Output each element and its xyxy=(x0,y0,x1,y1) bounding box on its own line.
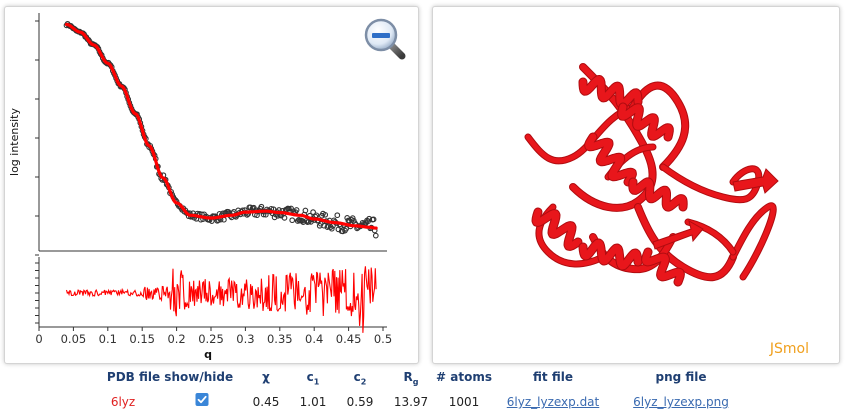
jsmol-label: JSmol xyxy=(769,341,809,357)
fit-curve-layer xyxy=(64,22,378,230)
experimental-points xyxy=(63,20,379,239)
atoms-value: 1001 xyxy=(448,395,480,409)
data-point xyxy=(372,232,379,239)
x-tick-label: 0.3 xyxy=(236,332,254,346)
fit-chart: 0 0.05 0.1 0.15 0.2 0.25 0.3 0.35 0.4 0.45 0.5 log… xyxy=(8,13,392,361)
png-file-link[interactable]: 6lyz_lyzexp.png xyxy=(633,395,729,409)
ribbon-cartoon xyxy=(524,63,779,287)
c2-value: 0.59 xyxy=(346,395,374,409)
residuals-layer xyxy=(65,266,377,333)
x-tick-label: 0.15 xyxy=(129,332,155,346)
data-point xyxy=(281,215,288,221)
c1-value: 1.01 xyxy=(299,395,327,409)
header-chi: χ xyxy=(262,370,270,384)
chi-value: 0.45 xyxy=(252,395,280,409)
checkmark-icon xyxy=(197,395,207,404)
header-fit-file: fit file xyxy=(533,370,573,384)
residual-curve xyxy=(65,266,377,333)
header-atoms: # atoms xyxy=(436,370,492,384)
data-point xyxy=(289,217,296,224)
x-tick-label: 0.2 xyxy=(167,332,185,346)
x-tick-label: 0.1 xyxy=(99,332,117,346)
zoom-out-button[interactable] xyxy=(362,16,408,62)
x-axis-label: q xyxy=(204,348,212,361)
x-tick-label: 0.5 xyxy=(374,332,392,346)
x-tick-label: 0 xyxy=(35,332,42,346)
header-c1: c1 xyxy=(306,370,320,387)
fit-plot-panel: 0 0.05 0.1 0.15 0.2 0.25 0.3 0.35 0.4 0.45 0.5 log… xyxy=(4,6,419,364)
header-png-file: png file xyxy=(655,370,707,384)
x-tick-label: 0.4 xyxy=(305,332,323,346)
data-point xyxy=(313,212,320,219)
header-c2: c2 xyxy=(353,370,367,387)
x-tick-label: 0.35 xyxy=(267,332,293,346)
x-tick-label: 0.25 xyxy=(198,332,224,346)
data-point xyxy=(334,212,341,219)
pdb-name: 6lyz xyxy=(110,395,136,409)
jsmol-viewer[interactable]: JSmol xyxy=(432,6,840,364)
show-structure-checkbox[interactable] xyxy=(195,393,209,406)
x-tick-label: 0.45 xyxy=(336,332,362,346)
zoom-out-icon xyxy=(364,18,406,60)
beta-strand-arrow xyxy=(652,219,704,250)
x-tick-label: 0.05 xyxy=(61,332,87,346)
rg-value: 13.97 xyxy=(393,395,429,409)
y-axis-label: log intensity xyxy=(8,108,21,176)
results-table: PDB file show/hide χ c1 c2 Rg # atoms fi… xyxy=(0,366,846,415)
x-tick-labels: 0 0.05 0.1 0.15 0.2 0.25 0.3 0.35 0.4 0.45 0.5 xyxy=(35,327,392,346)
fit-curve xyxy=(64,22,378,230)
header-rg: Rg xyxy=(403,370,419,387)
fit-file-link[interactable]: 6lyz_lyzexp.dat xyxy=(507,395,599,409)
header-pdb: PDB file show/hide xyxy=(106,370,234,384)
protein-structure[interactable] xyxy=(433,7,839,363)
data-point xyxy=(221,216,227,223)
